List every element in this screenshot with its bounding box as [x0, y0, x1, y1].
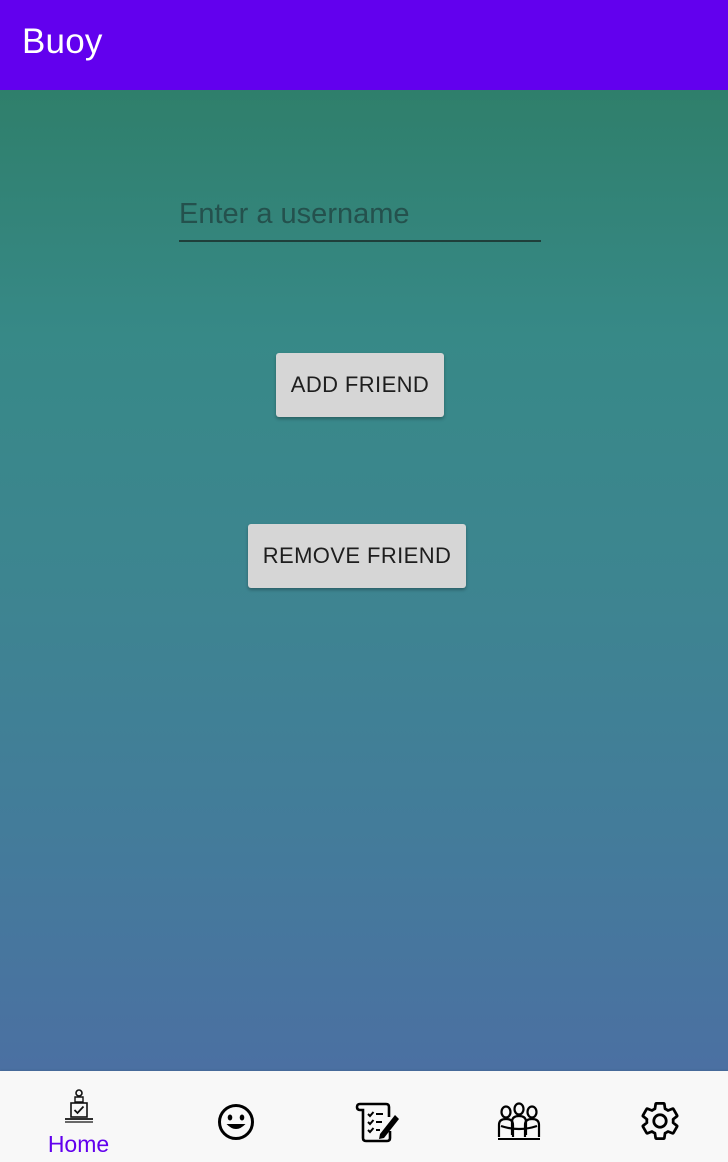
nav-item-journal[interactable]: [305, 1071, 450, 1162]
main-content: ADD FRIEND REMOVE FRIEND: [0, 90, 728, 1071]
smiley-face-icon: [217, 1104, 254, 1140]
friends-group-icon: [497, 1102, 540, 1140]
app-bar: Buoy: [0, 0, 728, 90]
nav-item-friends[interactable]: [446, 1071, 591, 1162]
username-input[interactable]: [179, 194, 541, 242]
nav-item-home[interactable]: Home: [6, 1071, 151, 1162]
home-checklist-icon: [64, 1089, 93, 1123]
bottom-navigation: Home: [0, 1071, 728, 1162]
gear-icon: [641, 1102, 678, 1140]
nav-label-home: Home: [47, 1131, 110, 1157]
journal-pencil-icon: [355, 1102, 399, 1143]
nav-item-settings[interactable]: [587, 1071, 728, 1162]
add-friend-button[interactable]: ADD FRIEND: [276, 353, 444, 417]
remove-friend-button[interactable]: REMOVE FRIEND: [248, 524, 466, 588]
nav-item-mood[interactable]: [163, 1071, 308, 1162]
app-title: Buoy: [22, 22, 103, 61]
